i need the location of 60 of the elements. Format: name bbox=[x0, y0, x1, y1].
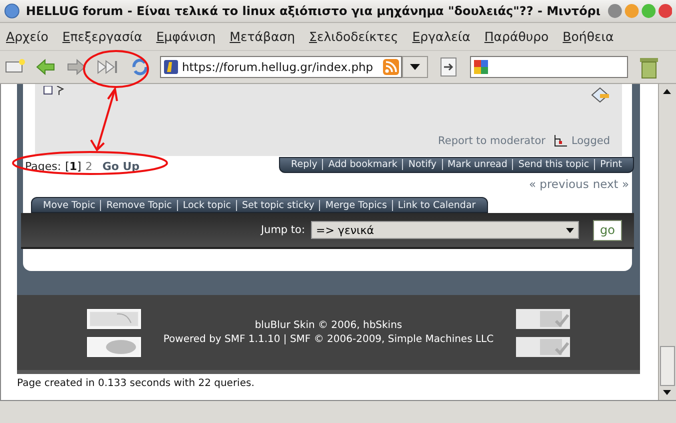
network-icon bbox=[553, 134, 570, 148]
search-field[interactable] bbox=[470, 56, 628, 78]
scroll-thumb[interactable] bbox=[660, 346, 675, 386]
rss-icon bbox=[383, 59, 399, 75]
vertical-scrollbar[interactable] bbox=[658, 84, 676, 400]
logged-label: Logged bbox=[571, 135, 610, 147]
skin-credit: bluBlur Skin © 2006, hbSkins bbox=[254, 320, 402, 331]
moderation-link[interactable]: Set topic sticky bbox=[236, 200, 320, 211]
menu-item[interactable]: Παράθυρο bbox=[484, 29, 549, 44]
site-icon bbox=[163, 59, 179, 75]
topic-action-link[interactable]: Print bbox=[594, 159, 627, 170]
menu-item[interactable]: Αρχείο bbox=[6, 29, 48, 44]
page-link[interactable]: [1] bbox=[65, 160, 82, 173]
new-tab-icon[interactable] bbox=[4, 59, 26, 75]
css-badge-icon bbox=[516, 336, 570, 356]
history-dropdown[interactable] bbox=[402, 56, 428, 78]
moderation-link[interactable]: Lock topic bbox=[176, 200, 236, 211]
menu-item[interactable]: Σελιδοδείκτες bbox=[309, 29, 398, 44]
topic-action-link[interactable]: Mark unread bbox=[442, 159, 512, 170]
trash-icon[interactable] bbox=[638, 55, 660, 79]
moderation-link[interactable]: Move Topic bbox=[38, 200, 100, 211]
previous-link[interactable]: « previous bbox=[528, 177, 589, 191]
window-menu-icon[interactable] bbox=[4, 3, 20, 19]
jump-label: Jump to: bbox=[260, 224, 305, 236]
menu-item[interactable]: Εργαλεία bbox=[412, 29, 470, 44]
skip-forward-icon[interactable] bbox=[96, 59, 120, 75]
topic-action-link[interactable]: Notify bbox=[402, 159, 442, 170]
xhtml-badge-icon bbox=[516, 308, 570, 328]
edit-icon bbox=[590, 86, 610, 104]
moderation-link[interactable]: Merge Topics bbox=[319, 200, 392, 211]
address-field[interactable]: https://forum.hellug.gr/index.php bbox=[160, 56, 402, 78]
go-button[interactable]: go bbox=[593, 220, 622, 240]
forward-icon[interactable] bbox=[66, 58, 86, 76]
menu-item[interactable]: Εμφάνιση bbox=[156, 29, 216, 44]
reload-icon[interactable] bbox=[130, 57, 150, 77]
mysql-badge-icon bbox=[87, 308, 141, 328]
board-select[interactable]: => γενικά bbox=[311, 221, 579, 239]
go-up-link[interactable]: Go Up bbox=[102, 160, 140, 173]
annotation-ellipse bbox=[83, 50, 149, 88]
menu-item[interactable]: Βοήθεια bbox=[562, 29, 614, 44]
powered-credit: Powered by SMF 1.1.10 | SMF © 2006-2009, Simple Machines LLC bbox=[163, 334, 494, 345]
menu-item[interactable]: Επεξεργασία bbox=[62, 29, 142, 44]
page-created-text: Page created in 0.133 seconds with 22 queries. bbox=[17, 377, 256, 389]
caret-icon bbox=[410, 64, 420, 70]
annotation-arrow bbox=[90, 86, 118, 152]
next-link[interactable]: next » bbox=[592, 177, 629, 191]
window-title: HELLUG forum - Είναι τελικά το linux αξιόπιστο για μηχάνημα "δουλειάς"?? - Μιντόρι bbox=[26, 4, 601, 18]
topic-action-link[interactable]: Reply bbox=[286, 159, 322, 170]
back-icon[interactable] bbox=[36, 58, 56, 76]
search-engine-icon bbox=[473, 59, 489, 75]
window-controls-icon[interactable] bbox=[606, 3, 672, 19]
topic-action-link[interactable]: Send this topic bbox=[512, 159, 594, 170]
report-link[interactable]: Report to moderator bbox=[438, 135, 546, 147]
caret-icon bbox=[566, 228, 574, 232]
moderation-link[interactable]: Remove Topic bbox=[100, 200, 177, 211]
moderation-link[interactable]: Link to Calendar bbox=[392, 200, 481, 211]
page-link[interactable]: 2 bbox=[85, 160, 92, 173]
php-badge-icon bbox=[87, 336, 141, 356]
topic-action-link[interactable]: Add bookmark bbox=[322, 159, 402, 170]
menu-item[interactable]: Μετάβαση bbox=[230, 29, 296, 44]
